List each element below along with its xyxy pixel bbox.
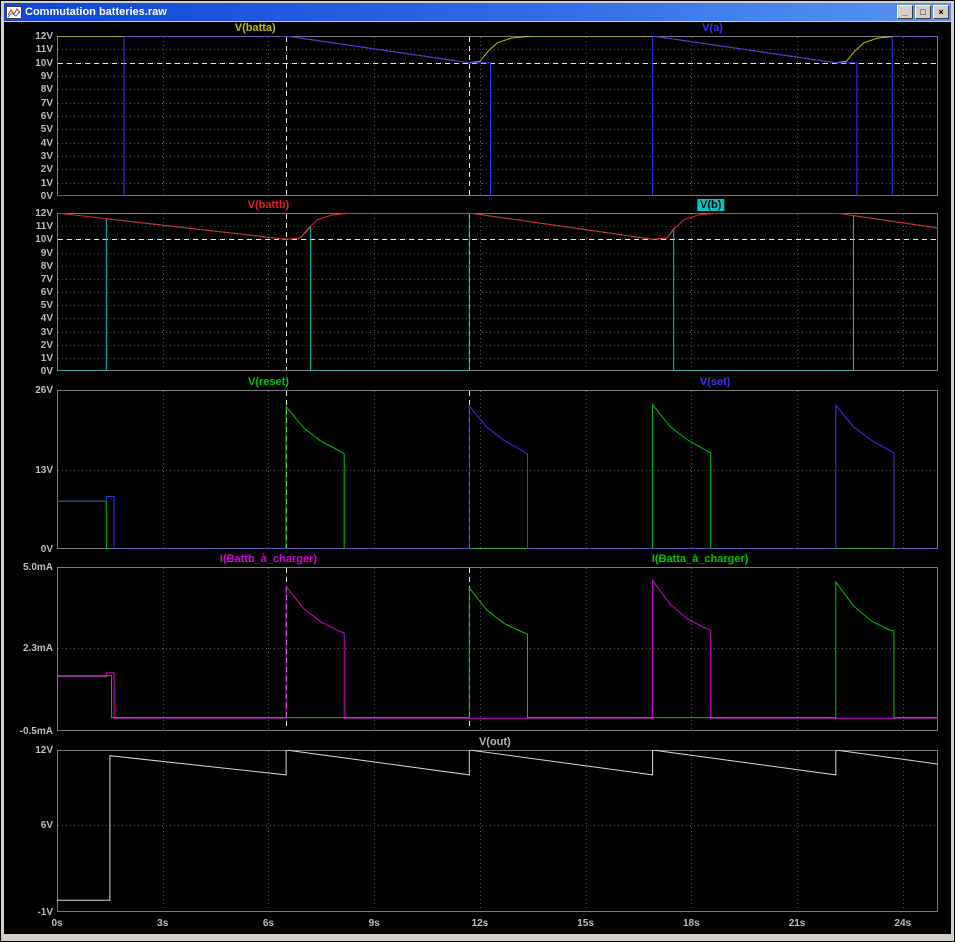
- trace-label-v-batta[interactable]: V(batta): [235, 22, 276, 34]
- close-button[interactable]: ×: [933, 5, 949, 19]
- app-window: { "window": { "title": "Commutation batt…: [0, 0, 955, 942]
- y-tick-label-pane-3: 0V: [40, 544, 53, 555]
- y-tick-label-pane-2: 3V: [40, 326, 53, 338]
- y-tick-label-pane-1: 12V: [35, 31, 53, 42]
- y-tick-label-pane-1: 4V: [40, 137, 53, 149]
- waveform-icon: [6, 5, 22, 19]
- y-tick-label-pane-3: 13V: [35, 464, 53, 476]
- y-tick-label-pane-2: 5V: [40, 300, 53, 312]
- maximize-button[interactable]: □: [915, 5, 931, 19]
- y-tick-label-pane-2: 12V: [35, 208, 53, 219]
- pane-battb-plot[interactable]: [57, 213, 938, 371]
- y-tick-label-pane-1: 1V: [40, 177, 53, 189]
- minimize-button[interactable]: _: [897, 5, 913, 19]
- y-tick-label-pane-5: 6V: [40, 819, 53, 831]
- y-tick-label-pane-3: 26V: [35, 385, 53, 396]
- x-tick-label: 12s: [471, 918, 489, 929]
- y-tick-label-pane-1: 8V: [40, 84, 53, 96]
- trace-v-a[interactable]: [57, 36, 938, 196]
- x-tick-label: 6s: [262, 918, 274, 929]
- y-tick-label-pane-1: 0V: [40, 191, 53, 202]
- y-tick-label-pane-1: 11V: [35, 44, 53, 56]
- y-tick-label-pane-2: 0V: [40, 366, 53, 377]
- x-tick-label: 21s: [788, 918, 806, 929]
- y-tick-label-pane-1: 6V: [40, 111, 53, 122]
- trace-label-v-reset[interactable]: V(reset): [248, 376, 289, 388]
- trace-label-i-batta-charger[interactable]: I(Batta_à_charger): [652, 553, 749, 565]
- trace-v-b[interactable]: [57, 213, 938, 371]
- trace-v-out[interactable]: [57, 750, 938, 901]
- y-tick-label-pane-2: 8V: [40, 260, 53, 272]
- y-tick-label-pane-1: 9V: [40, 71, 53, 82]
- trace-label-v-set[interactable]: V(set): [700, 376, 731, 388]
- trace-v-battb[interactable]: [57, 213, 938, 240]
- x-tick-label: 24s: [894, 918, 912, 929]
- y-tick-label-pane-1: 10V: [35, 57, 53, 69]
- x-tick-label: 9s: [368, 918, 380, 929]
- y-tick-label-pane-4: 5.0mA: [22, 562, 53, 573]
- y-tick-label-pane-2: 2V: [40, 339, 53, 351]
- y-tick-label-pane-5: -1V: [37, 907, 53, 918]
- trace-label-v-out[interactable]: V(out): [479, 736, 511, 748]
- y-tick-label-pane-1: 7V: [40, 97, 53, 109]
- y-tick-label-pane-2: 7V: [40, 273, 53, 285]
- y-tick-label-pane-2: 6V: [40, 287, 53, 298]
- x-tick-label: 3s: [157, 918, 169, 929]
- y-tick-label-pane-1: 2V: [40, 164, 53, 176]
- trace-label-v-b[interactable]: V(b): [696, 199, 725, 211]
- trace-i-battb-charger[interactable]: [57, 578, 938, 719]
- pane-batta-plot[interactable]: [57, 36, 938, 196]
- pane-out-plot[interactable]: [57, 750, 938, 912]
- y-tick-label-pane-2: 9V: [40, 247, 53, 259]
- x-tick-label: 0s: [51, 918, 63, 929]
- y-tick-label-pane-4: 2.3mA: [22, 642, 53, 654]
- y-tick-label-pane-4: -0.5mA: [19, 726, 53, 737]
- trace-label-v-a[interactable]: V(a): [702, 22, 723, 34]
- window-controls: _ □ ×: [897, 5, 949, 19]
- titlebar[interactable]: Commutation batteries.raw _ □ ×: [4, 3, 951, 21]
- y-tick-label-pane-1: 5V: [40, 124, 53, 136]
- y-tick-label-pane-2: 4V: [40, 313, 53, 325]
- pane-set-reset-plot[interactable]: [57, 390, 938, 549]
- y-tick-label-pane-5: 12V: [35, 745, 53, 756]
- x-tick-label: 18s: [682, 918, 700, 929]
- y-tick-label-pane-2: 11V: [35, 221, 53, 233]
- trace-i-batta-charger[interactable]: [57, 580, 938, 719]
- pane-charge-currents-plot[interactable]: [57, 567, 938, 731]
- trace-v-reset[interactable]: [57, 403, 938, 549]
- x-tick-label: 15s: [577, 918, 594, 929]
- trace-label-i-battb-charger[interactable]: I(Battb_à_charger): [220, 553, 317, 565]
- window-title: Commutation batteries.raw: [25, 6, 167, 18]
- trace-label-v-battb[interactable]: V(battb): [248, 199, 290, 211]
- y-tick-label-pane-2: 1V: [40, 352, 53, 364]
- plot-client[interactable]: V(batta) V(a) 12V 11V 10V 9V 8V 7V 6V 5V 4V 3V 2V 1V 0…: [4, 22, 951, 934]
- y-tick-label-pane-1: 3V: [40, 151, 53, 162]
- y-tick-label-pane-2: 10V: [35, 234, 53, 246]
- trace-v-set[interactable]: [57, 403, 938, 549]
